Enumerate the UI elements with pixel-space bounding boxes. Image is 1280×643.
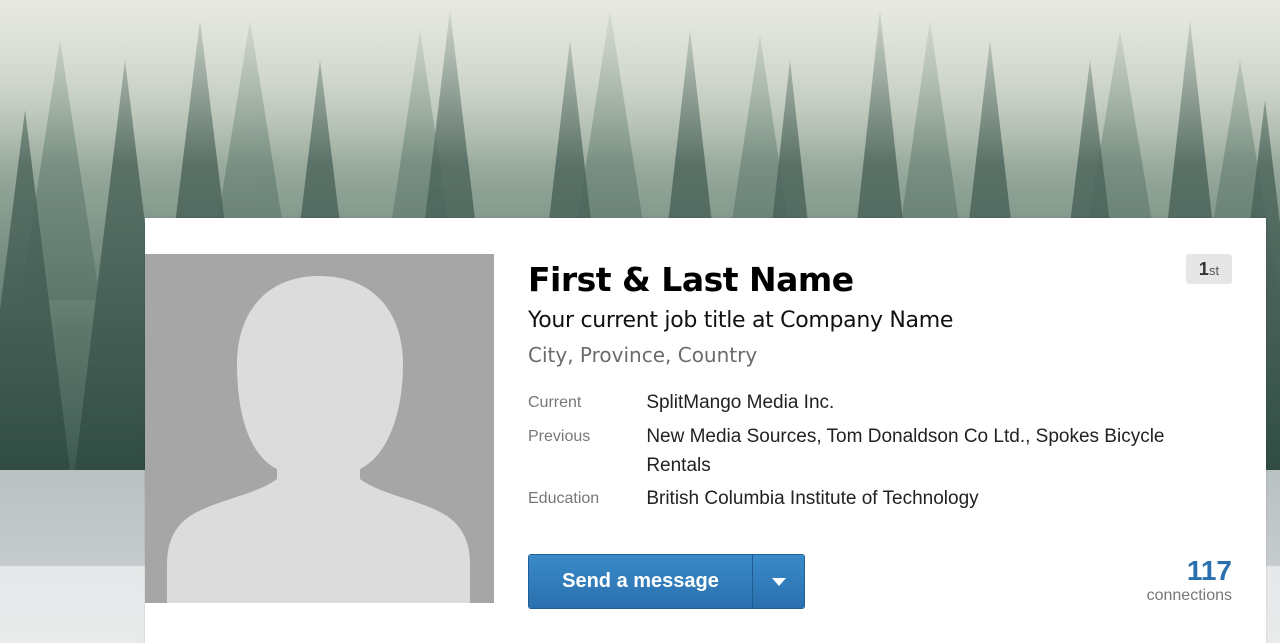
send-message-button-group: Send a message [528,554,805,609]
detail-value[interactable]: SplitMango Media Inc. [646,388,1228,418]
detail-value[interactable]: New Media Sources, Tom Donaldson Co Ltd.… [646,422,1228,480]
profile-info: First & Last Name Your current job title… [528,258,1228,518]
connections-label: connections [1146,587,1232,604]
detail-row-current: Current SplitMango Media Inc. [528,388,1228,418]
profile-headline: Your current job title at Company Name [528,308,954,333]
connections-number: 117 [1186,555,1232,586]
send-message-button[interactable]: Send a message [529,555,753,608]
detail-label: Previous [528,428,591,445]
detail-row-previous: Previous New Media Sources, Tom Donaldso… [528,422,1228,480]
profile-photo[interactable] [145,254,494,603]
detail-row-education: Education British Columbia Institute of … [528,484,1228,514]
detail-value[interactable]: British Columbia Institute of Technology [646,484,1228,514]
detail-label: Education [528,490,600,507]
connections-count[interactable]: 117 connections [1147,556,1232,606]
more-actions-dropdown-button[interactable] [753,555,804,608]
profile-name: First & Last Name [528,260,854,299]
profile-details: Current SplitMango Media Inc. Previous N… [528,388,1228,514]
profile-card: 1st First & Last Name Your current job t… [145,218,1266,643]
detail-label: Current [528,394,582,411]
avatar-silhouette-icon [167,276,470,603]
profile-location: City, Province, Country [528,343,758,367]
caret-down-icon [771,577,786,586]
